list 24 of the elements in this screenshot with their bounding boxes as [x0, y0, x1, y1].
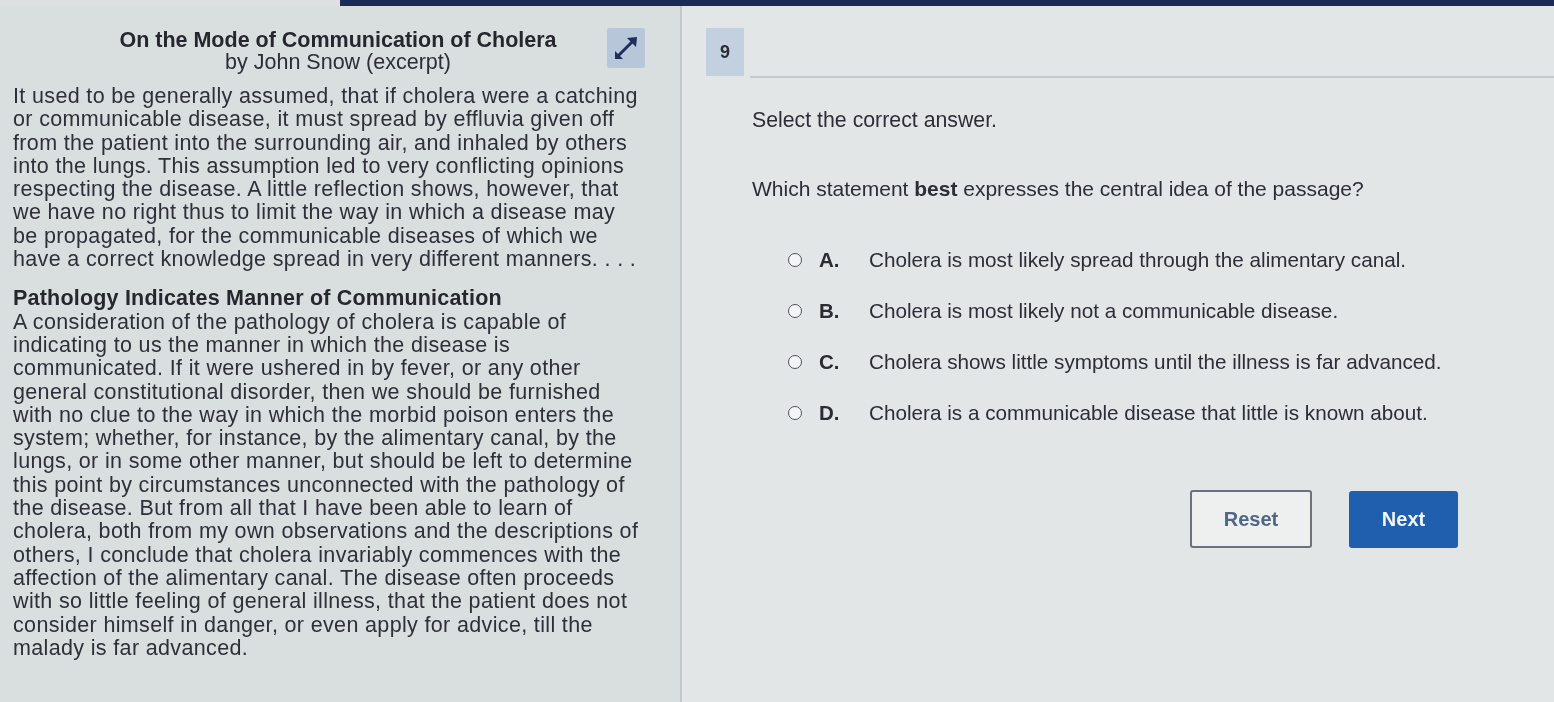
radio-button[interactable] [788, 304, 802, 318]
option-letter[interactable]: D. [819, 402, 869, 424]
section-heading: Pathology Indicates Manner of Communication [13, 287, 503, 311]
option-letter[interactable]: A. [819, 249, 869, 271]
passage-paragraph: A consideration of the pathology of cholera is capable of indicating to us the manner in which the disease is communicated. If it were ushered in by fever, or any other general constitutional disorder, then we should be furnished with no clue to the way in which the morbid poison enters the system; whether, for instance, by the alimentary canal, by the lungs, or in some other manner, but should be left to determine this point by circumstances unconnected with the pathology of the disease. But from all that I have been able to learn of cholera, both from my own observations and the descriptions of others, I conclude that cholera invariably commences with the affection of the alimentary canal. The disease often proceeds with so little feeling of general illness, that the patient does not consider himself in danger, or even apply for advice, till the malady is far advanced. [13, 310, 640, 661]
radio-button[interactable] [788, 355, 802, 369]
option-text[interactable]: Cholera is most likely not a communicable disease. [869, 300, 1339, 322]
option-text[interactable]: Cholera is most likely spread through the alimentary canal. [869, 249, 1406, 271]
passage-title: On the Mode of Communication of Cholera [118, 29, 558, 51]
expand-button[interactable] [607, 28, 645, 68]
radio-button[interactable] [788, 406, 802, 420]
action-button[interactable]: Next [1349, 490, 1458, 548]
action-button[interactable]: Reset [1190, 490, 1312, 548]
question-number: 9 [706, 28, 744, 76]
passage-author: by John Snow (excerpt) [224, 51, 452, 73]
instruction-text: Select the correct answer. [752, 109, 999, 131]
option-text[interactable]: Cholera shows little symptoms until the illness is far advanced. [869, 351, 1442, 373]
question-prompt: Which statement best expresses the central idea of the passage? [752, 178, 1365, 200]
passage-paragraph: It used to be generally assumed, that if cholera were a catching or communicable disease, it must spread by effluvia given off from the patient into the surrounding air, and inhaled by others into the lungs. This assumption led to very conflicting opinions respecting the disease. A little reflection shows, however, that we have no right thus to limit the way in which a disease may be propagated, for the communicable diseases of which we have a correct knowledge spread in very different manners. . . . [13, 85, 639, 272]
expand-icon [613, 35, 639, 61]
radio-button[interactable] [788, 253, 802, 267]
option-letter[interactable]: C. [819, 351, 869, 373]
option-text[interactable]: Cholera is a communicable disease that little is known about. [869, 402, 1428, 424]
option-letter[interactable]: B. [819, 300, 869, 322]
